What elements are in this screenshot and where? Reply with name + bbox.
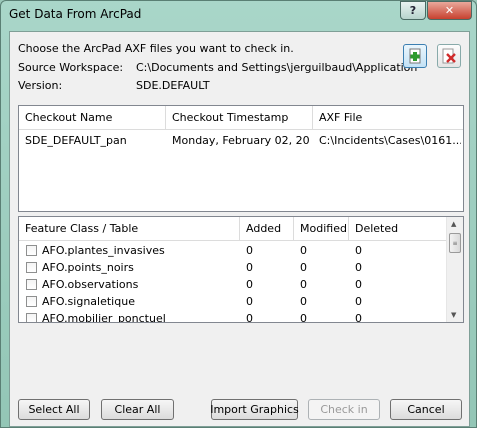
modified-count-cell: 0: [300, 295, 307, 308]
feature-class-cell: AFO.signaletique: [42, 295, 135, 308]
feature-row[interactable]: AFO.mobilier_ponctuel 0 0 0: [19, 310, 446, 323]
scroll-down-arrow-icon[interactable]: ▼: [451, 311, 456, 319]
modified-count-cell: 0: [300, 312, 307, 323]
scrollbar-thumb[interactable]: ≡: [449, 233, 461, 253]
deleted-count-cell: 0: [355, 295, 362, 308]
modified-count-cell: 0: [300, 261, 307, 274]
added-count-cell: 0: [246, 244, 253, 257]
column-header-axf-file[interactable]: AXF File: [313, 106, 463, 130]
checkout-timestamp-cell: Monday, February 02, 20...: [172, 134, 310, 147]
feature-class-table: Feature Class / Table Added Modified Del…: [18, 216, 464, 323]
source-workspace-label: Source Workspace:: [18, 61, 124, 74]
check-in-button[interactable]: Check in: [308, 399, 380, 420]
version-label: Version:: [18, 79, 63, 92]
deleted-count-cell: 0: [355, 312, 362, 323]
axf-file-cell: C:\Incidents\Cases\0161...: [319, 134, 461, 147]
feature-checkbox[interactable]: [26, 262, 37, 273]
add-axf-button[interactable]: [403, 44, 427, 68]
column-header-deleted[interactable]: Deleted: [349, 217, 446, 241]
checkout-table: Checkout Name Checkout Timestamp AXF Fil…: [18, 105, 464, 212]
added-count-cell: 0: [246, 261, 253, 274]
added-count-cell: 0: [246, 295, 253, 308]
feature-class-cell: AFO.plantes_invasives: [42, 244, 165, 257]
modified-count-cell: 0: [300, 278, 307, 291]
feature-checkbox[interactable]: [26, 279, 37, 290]
column-header-checkout-timestamp[interactable]: Checkout Timestamp: [166, 106, 313, 130]
window-title: Get Data From ArcPad: [9, 7, 142, 21]
clear-all-button[interactable]: Clear All: [101, 399, 174, 420]
dialog-window: Get Data From ArcPad ? ✕ Choose the ArcP…: [0, 0, 477, 428]
feature-class-cell: AFO.mobilier_ponctuel: [42, 312, 166, 323]
added-count-cell: 0: [246, 278, 253, 291]
dialog-body: Choose the ArcPad AXF files you want to …: [9, 31, 470, 427]
feature-row[interactable]: AFO.observations 0 0 0: [19, 276, 446, 293]
scroll-up-arrow-icon[interactable]: ▲: [451, 220, 456, 228]
modified-count-cell: 0: [300, 244, 307, 257]
help-button[interactable]: ?: [400, 1, 426, 20]
remove-axf-button[interactable]: [437, 44, 461, 68]
instruction-text: Choose the ArcPad AXF files you want to …: [18, 42, 294, 55]
deleted-count-cell: 0: [355, 278, 362, 291]
deleted-count-cell: 0: [355, 244, 362, 257]
checkout-row[interactable]: SDE_DEFAULT_pan Monday, February 02, 20.…: [19, 133, 463, 150]
deleted-count-cell: 0: [355, 261, 362, 274]
source-workspace-value: C:\Documents and Settings\jerguilbaud\Ap…: [136, 61, 418, 74]
select-all-button[interactable]: Select All: [18, 399, 90, 420]
vertical-scrollbar[interactable]: ▲ ≡ ▼: [446, 217, 463, 322]
feature-checkbox[interactable]: [26, 245, 37, 256]
feature-class-cell: AFO.observations: [42, 278, 139, 291]
feature-row[interactable]: AFO.points_noirs 0 0 0: [19, 259, 446, 276]
cancel-button[interactable]: Cancel: [390, 399, 462, 420]
feature-class-cell: AFO.points_noirs: [42, 261, 134, 274]
column-header-added[interactable]: Added: [240, 217, 294, 241]
checkout-name-cell: SDE_DEFAULT_pan: [25, 134, 127, 147]
import-graphics-button[interactable]: Import Graphics: [210, 399, 299, 420]
feature-checkbox[interactable]: [26, 313, 37, 322]
version-value: SDE.DEFAULT: [136, 79, 210, 92]
add-file-icon: [409, 48, 421, 64]
close-button[interactable]: ✕: [427, 1, 472, 20]
feature-checkbox[interactable]: [26, 296, 37, 307]
column-header-feature-class[interactable]: Feature Class / Table: [19, 217, 240, 241]
added-count-cell: 0: [246, 312, 253, 323]
column-header-modified[interactable]: Modified: [294, 217, 349, 241]
remove-file-icon: [442, 48, 456, 64]
feature-row[interactable]: AFO.plantes_invasives 0 0 0: [19, 242, 446, 259]
column-header-checkout-name[interactable]: Checkout Name: [19, 106, 166, 130]
feature-row[interactable]: AFO.signaletique 0 0 0: [19, 293, 446, 310]
